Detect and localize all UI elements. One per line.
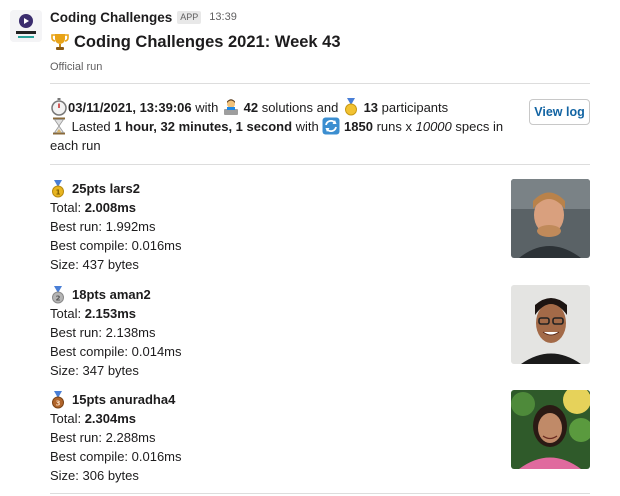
total-label: Total:	[50, 411, 82, 426]
svg-text:1: 1	[56, 188, 61, 196]
gold-medal-icon: 1	[52, 179, 64, 197]
avatar-photo	[511, 285, 590, 364]
total-value: 2.153ms	[84, 306, 137, 321]
app-avatar[interactable]	[10, 10, 42, 42]
message-title: Coding Challenges 2021: Week 43	[50, 30, 341, 54]
result-total: Total: 2.304ms	[50, 409, 182, 428]
result-best-run: Best run: 1.992ms	[50, 219, 156, 234]
app-badge: APP	[177, 10, 202, 24]
app-name[interactable]: Coding Challenges	[50, 10, 172, 25]
result-best-compile: Best compile: 0.016ms	[50, 449, 182, 464]
result-entry-1: 1 25pts lars2 Total: 2.008ms Best run: 1…	[50, 179, 590, 279]
result-points: 18pts	[72, 287, 106, 302]
summary-text: with	[195, 100, 219, 115]
total-value: 2.304ms	[84, 411, 137, 426]
result-username: anuradha4	[109, 392, 176, 407]
message-header: Coding Challenges APP 13:39	[50, 8, 237, 26]
summary-text: solutions and	[261, 100, 339, 115]
message-title-text: Coding Challenges 2021: Week 43	[74, 32, 341, 51]
divider	[50, 83, 590, 84]
stopwatch-icon	[51, 98, 67, 116]
divider	[50, 493, 590, 494]
coding-challenges-logo-icon	[10, 10, 42, 42]
run-duration: 1 hour, 32 minutes, 1 second	[114, 119, 293, 134]
total-label: Total:	[50, 200, 82, 215]
specs-count: 10000	[415, 119, 452, 134]
hourglass-icon	[53, 117, 65, 135]
user-avatar-anuradha4[interactable]	[511, 390, 590, 469]
result-best-run: Best run: 2.138ms	[50, 325, 156, 340]
result-entry-3: 3 15pts anuradha4 Total: 2.304ms Best ru…	[50, 390, 590, 490]
participants-count: 13	[363, 100, 379, 115]
solutions-count: 42	[243, 100, 259, 115]
user-avatar-lars2[interactable]	[511, 179, 590, 258]
result-total: Total: 2.008ms	[50, 198, 182, 217]
result-points: 15pts	[72, 392, 106, 407]
bronze-medal-icon: 3	[52, 390, 64, 408]
trophy-icon	[51, 34, 69, 50]
summary-text: runs x	[376, 119, 412, 134]
view-log-button[interactable]: View log	[529, 99, 590, 125]
result-best-compile: Best compile: 0.014ms	[50, 344, 182, 359]
result-username: lars2	[109, 181, 140, 196]
runs-count: 1850	[344, 119, 373, 134]
run-summary: 03/11/2021, 13:39:06 with 42 solutions a…	[50, 98, 520, 155]
result-entry-2: 2 18pts aman2 Total: 2.153ms Best run: 2…	[50, 285, 590, 385]
run-datetime: 03/11/2021, 13:39:06	[68, 100, 192, 115]
result-size: Size: 347 bytes	[50, 363, 139, 378]
total-value: 2.008ms	[84, 200, 137, 215]
message-timestamp[interactable]: 13:39	[209, 11, 237, 23]
result-size: Size: 437 bytes	[50, 257, 139, 272]
technologist-icon	[223, 99, 238, 115]
silver-medal-icon: 2	[52, 285, 64, 303]
svg-text:3: 3	[56, 399, 61, 407]
result-username: aman2	[109, 287, 151, 302]
summary-text: Lasted	[71, 119, 111, 134]
result-best-compile: Best compile: 0.016ms	[50, 238, 182, 253]
result-total: Total: 2.153ms	[50, 304, 182, 323]
avatar-photo	[511, 179, 590, 258]
repeat-icon	[322, 117, 340, 135]
summary-text: participants	[381, 100, 449, 115]
svg-text:2: 2	[56, 294, 61, 302]
divider	[50, 164, 590, 165]
result-size: Size: 306 bytes	[50, 468, 139, 483]
summary-text: with	[295, 119, 319, 134]
gold-medal-icon	[344, 98, 357, 116]
user-avatar-aman2[interactable]	[511, 285, 590, 364]
result-best-run: Best run: 2.288ms	[50, 430, 156, 445]
total-label: Total:	[50, 306, 82, 321]
avatar-photo	[511, 390, 590, 469]
message-subtitle: Official run	[50, 61, 103, 73]
result-points: 25pts	[72, 181, 106, 196]
